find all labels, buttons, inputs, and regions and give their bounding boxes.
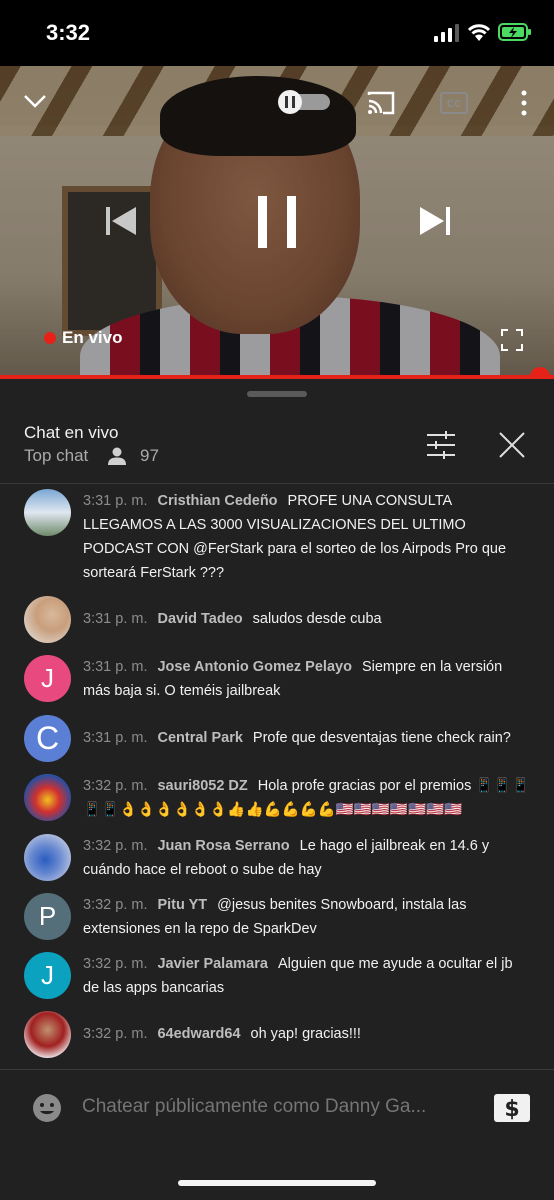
live-label: En vivo bbox=[62, 328, 123, 347]
chat-message-text: 3:32 p. m. Javier Palamara Alguien que me … bbox=[83, 952, 531, 1000]
status-time: 3:32 bbox=[46, 20, 91, 45]
emoji-icon[interactable] bbox=[32, 1093, 62, 1123]
home-indicator[interactable] bbox=[178, 1180, 376, 1186]
close-icon[interactable] bbox=[498, 431, 526, 459]
message-author[interactable]: sauri8052 DZ bbox=[157, 778, 247, 794]
avatar[interactable]: J bbox=[24, 952, 71, 999]
chat-message-text: 3:31 p. m. Central Park Profe que desventa… bbox=[83, 726, 531, 750]
message-time: 3:31 p. m. bbox=[83, 730, 148, 746]
avatar[interactable] bbox=[24, 834, 71, 881]
message-time: 3:32 p. m. bbox=[83, 838, 148, 854]
message-time: 3:31 p. m. bbox=[83, 493, 148, 509]
avatar-initial: P bbox=[38, 901, 57, 931]
message-author[interactable]: Juan Rosa Serrano bbox=[157, 838, 289, 854]
avatar[interactable]: J bbox=[24, 655, 71, 702]
chat-message-text: 3:31 p. m. David Tadeo saludos desde cuba bbox=[83, 607, 531, 631]
chat-title: Chat en vivo bbox=[24, 423, 119, 442]
svg-text:CC: CC bbox=[447, 99, 462, 110]
filter-icon[interactable] bbox=[426, 431, 456, 459]
message-time: 3:32 p. m. bbox=[83, 778, 148, 794]
pause-icon[interactable] bbox=[256, 194, 298, 250]
autoplay-toggle-icon[interactable] bbox=[276, 90, 332, 114]
avatar[interactable]: P bbox=[24, 893, 71, 940]
live-badge: En vivo bbox=[44, 328, 122, 348]
svg-text:$: $ bbox=[504, 1097, 519, 1122]
avatar-initial: J bbox=[41, 663, 54, 693]
battery-icon bbox=[498, 23, 531, 41]
message-author[interactable]: Cristhian Cedeño bbox=[157, 493, 277, 509]
video-player[interactable]: CC En vivo bbox=[0, 66, 554, 378]
message-author[interactable]: Pitu YT bbox=[157, 897, 207, 913]
avatar[interactable] bbox=[24, 774, 71, 821]
next-icon[interactable] bbox=[418, 204, 452, 238]
super-chat-icon[interactable]: $ bbox=[494, 1094, 530, 1122]
drag-handle[interactable] bbox=[247, 391, 307, 397]
message-time: 3:31 p. m. bbox=[83, 611, 148, 627]
chat-message-text: 3:32 p. m. Pitu YT @jesus benites Snowboar… bbox=[83, 893, 531, 941]
message-body: saludos desde cuba bbox=[252, 611, 382, 627]
message-author[interactable]: David Tadeo bbox=[157, 611, 242, 627]
avatar-initial: C bbox=[35, 720, 60, 756]
avatar[interactable] bbox=[24, 489, 71, 536]
avatar[interactable]: C bbox=[24, 715, 71, 762]
status-bar: 3:32 bbox=[0, 0, 554, 66]
footer-divider bbox=[0, 1069, 554, 1070]
message-author[interactable]: Central Park bbox=[157, 730, 242, 746]
wifi-icon bbox=[467, 24, 491, 41]
message-time: 3:32 p. m. bbox=[83, 897, 148, 913]
chat-message-text: 3:32 p. m. sauri8052 DZ Hola profe gracias… bbox=[83, 774, 531, 822]
previous-icon[interactable] bbox=[104, 204, 138, 238]
chat-message-text: 3:31 p. m. Jose Antonio Gomez Pelayo Siemp… bbox=[83, 655, 531, 703]
message-time: 3:32 p. m. bbox=[83, 956, 148, 972]
avatar[interactable] bbox=[24, 1011, 71, 1058]
message-body: Hola profe gracias por el premios 📱📱📱📱📱👌… bbox=[83, 778, 530, 818]
chat-message-text: 3:31 p. m. Cristhian Cedeño PROFE UNA CONS… bbox=[83, 489, 531, 585]
message-body: oh yap! gracias!!! bbox=[250, 1026, 361, 1042]
chat-message-text: 3:32 p. m. 64edward64 oh yap! gracias!!! bbox=[83, 1022, 531, 1046]
chat-input[interactable] bbox=[82, 1096, 472, 1118]
fullscreen-icon[interactable] bbox=[500, 328, 524, 352]
chat-message-list[interactable]: 3:31 p. m. Cristhian Cedeño PROFE UNA CONS… bbox=[0, 489, 554, 1069]
message-author[interactable]: Jose Antonio Gomez Pelayo bbox=[157, 659, 351, 675]
header-divider bbox=[0, 483, 554, 484]
chat-message-text: 3:32 p. m. Juan Rosa Serrano Le hago el ja… bbox=[83, 834, 531, 882]
viewer-count: 97 bbox=[140, 446, 159, 465]
more-icon[interactable] bbox=[518, 88, 530, 118]
chevron-down-icon[interactable] bbox=[22, 90, 48, 112]
live-dot-icon bbox=[44, 332, 56, 344]
message-time: 3:32 p. m. bbox=[83, 1026, 148, 1042]
avatar-initial: J bbox=[41, 960, 54, 990]
signal-icon bbox=[434, 24, 459, 42]
message-time: 3:31 p. m. bbox=[83, 659, 148, 675]
message-body: Profe que desventajas tiene check rain? bbox=[252, 730, 511, 746]
cast-icon[interactable] bbox=[366, 90, 396, 116]
live-chat-panel: Chat en vivo Top chat 97 3:31 p. m. Crist… bbox=[0, 379, 554, 1200]
person-icon bbox=[108, 447, 126, 465]
chat-mode-selector[interactable]: Top chat bbox=[24, 446, 88, 466]
message-author[interactable]: 64edward64 bbox=[157, 1026, 240, 1042]
message-author[interactable]: Javier Palamara bbox=[157, 956, 267, 972]
avatar[interactable] bbox=[24, 596, 71, 643]
message-body: Alguien que me ayude a ocultar el jb de … bbox=[83, 956, 513, 996]
cc-icon[interactable]: CC bbox=[440, 91, 468, 115]
